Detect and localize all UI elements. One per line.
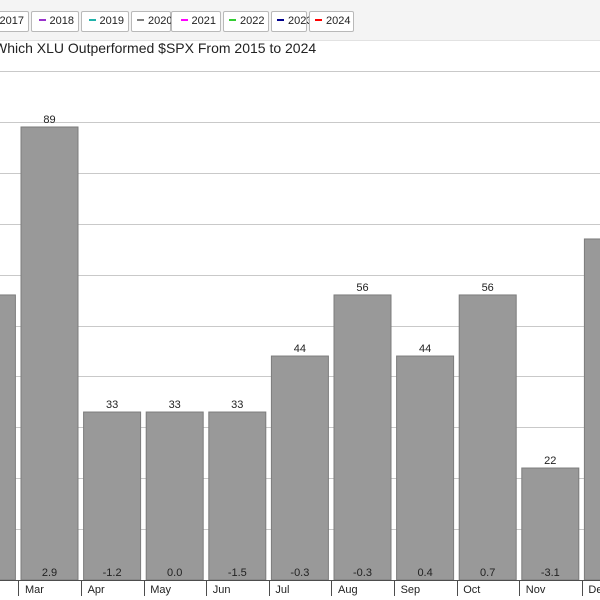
bar-bottom-label: -1.5 — [228, 567, 247, 579]
x-tick-label: Apr — [88, 584, 105, 596]
bar-jul — [270, 355, 329, 581]
bar-mar — [20, 126, 79, 581]
bar-value-label: 44 — [294, 343, 306, 355]
bar-apr — [83, 411, 142, 581]
bar-value-label: 56 — [356, 282, 368, 294]
bar-value-label: 33 — [106, 399, 118, 411]
bar-bottom-label: 0.0 — [167, 567, 182, 579]
bar-value-label: 89 — [43, 114, 55, 126]
bar-dec — [583, 238, 600, 581]
x-tick-label: Jul — [275, 584, 289, 596]
bar-value-label: 56 — [482, 282, 494, 294]
bar-bottom-label: 2.9 — [42, 567, 57, 579]
bar-chart: 89 2.9 Mar 33 -1.2 Apr 33 0.0 May 33 -1.5 Jun 44 -0.3… — [0, 71, 600, 596]
bar-nov — [521, 467, 580, 581]
bar-bottom-label: -0.3 — [290, 567, 309, 579]
x-tick-label: De — [588, 584, 600, 596]
bar-value-label: 33 — [169, 399, 181, 411]
bar-bottom-label: 0.4 — [417, 567, 432, 579]
bar-bottom-label: 0.7 — [480, 567, 495, 579]
bar-bottom-label: -1.2 — [103, 567, 122, 579]
x-tick-label: Nov — [526, 584, 546, 596]
x-tick-label: Oct — [463, 584, 480, 596]
x-tick-label: Aug — [338, 584, 358, 596]
bar-feb — [0, 294, 16, 581]
bar-bottom-label: -0.3 — [353, 567, 372, 579]
bar-value-label: 44 — [419, 343, 431, 355]
x-tick-label: May — [150, 584, 171, 596]
bar-jun — [208, 411, 267, 581]
bar-value-label: 22 — [544, 455, 556, 467]
bar-value-label: 33 — [231, 399, 243, 411]
x-tick-label: Sep — [401, 584, 421, 596]
x-tick-label: Mar — [25, 584, 44, 596]
bar-sep — [396, 355, 455, 581]
bar-oct — [458, 294, 517, 581]
bar-bottom-label: -3.1 — [541, 567, 560, 579]
x-tick-label: Jun — [213, 584, 231, 596]
bar-aug — [333, 294, 392, 581]
bar-may — [145, 411, 204, 581]
